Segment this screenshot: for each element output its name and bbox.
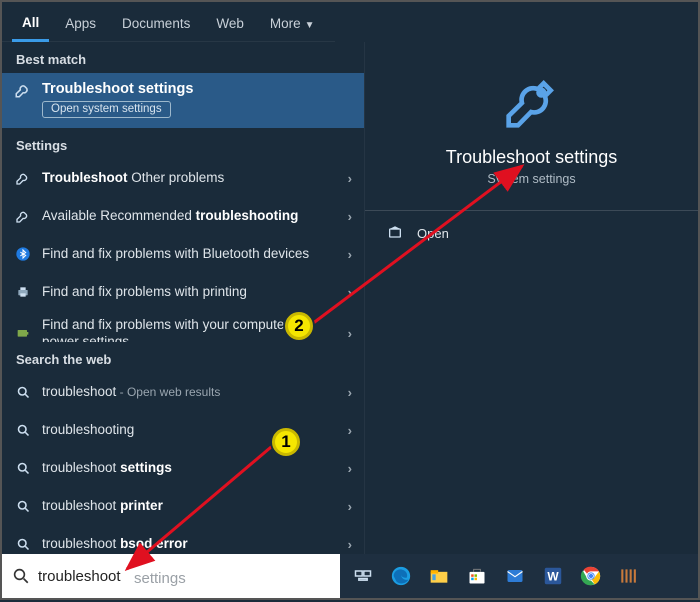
detail-panel: Troubleshoot settings System settings Op… <box>364 42 698 556</box>
power-icon <box>14 325 32 342</box>
chevron-right-icon: › <box>348 285 352 300</box>
chevron-down-icon: ▼ <box>305 20 315 31</box>
detail-title: Troubleshoot settings <box>375 147 688 168</box>
annotation-two: 2 <box>285 312 313 340</box>
result-item[interactable]: Available Recommended troubleshooting › <box>2 197 364 235</box>
chevron-right-icon: › <box>348 423 352 438</box>
section-web: Search the web <box>2 342 364 373</box>
search-icon <box>14 535 32 553</box>
search-icon <box>14 421 32 439</box>
settings-results: Troubleshoot Other problems › Available … <box>2 159 364 342</box>
result-item[interactable]: troubleshoot printer › <box>2 487 364 525</box>
best-match-item[interactable]: Troubleshoot settings Open system settin… <box>2 73 364 128</box>
open-action[interactable]: Open <box>365 211 698 255</box>
search-input[interactable] <box>38 568 330 585</box>
app-icon[interactable] <box>614 561 644 591</box>
chrome-icon[interactable] <box>576 561 606 591</box>
wrench-icon <box>14 81 32 99</box>
wrench-icon <box>14 169 32 187</box>
search-icon <box>14 497 32 515</box>
chevron-right-icon: › <box>348 326 352 341</box>
result-item[interactable]: troubleshoot - Open web results › <box>2 373 364 411</box>
wrench-icon <box>504 74 560 130</box>
result-item[interactable]: troubleshooting › <box>2 411 364 449</box>
word-icon[interactable]: W <box>538 561 568 591</box>
chevron-right-icon: › <box>348 247 352 262</box>
search-icon <box>14 383 32 401</box>
result-item[interactable]: Troubleshoot Other problems › <box>2 159 364 197</box>
tab-web[interactable]: Web <box>206 9 254 40</box>
annotation-one: 1 <box>272 428 300 456</box>
search-icon <box>14 459 32 477</box>
search-icon <box>12 567 30 585</box>
tab-more[interactable]: More▼ <box>260 9 325 40</box>
search-box[interactable] <box>2 554 340 598</box>
explorer-icon[interactable] <box>424 561 454 591</box>
section-settings: Settings <box>2 128 364 159</box>
section-best-match: Best match <box>2 42 364 73</box>
store-icon[interactable] <box>462 561 492 591</box>
taskbar: W <box>340 554 698 598</box>
bluetooth-icon <box>14 245 32 263</box>
best-match-badge[interactable]: Open system settings <box>42 101 171 118</box>
tab-apps[interactable]: Apps <box>55 9 106 40</box>
chevron-right-icon: › <box>348 461 352 476</box>
wrench-icon <box>14 207 32 225</box>
tab-documents[interactable]: Documents <box>112 9 200 40</box>
chevron-right-icon: › <box>348 171 352 186</box>
result-item[interactable]: Find and fix problems with Bluetooth dev… <box>2 235 364 273</box>
mail-icon[interactable] <box>500 561 530 591</box>
edge-icon[interactable] <box>386 561 416 591</box>
open-icon <box>387 225 403 241</box>
task-view-icon[interactable] <box>348 561 378 591</box>
chevron-right-icon: › <box>348 499 352 514</box>
chevron-right-icon: › <box>348 209 352 224</box>
detail-subtitle: System settings <box>375 172 688 186</box>
best-match-title: Troubleshoot settings <box>42 81 193 97</box>
search-tabs: All Apps Documents Web More▼ <box>2 2 335 42</box>
svg-text:W: W <box>547 570 559 584</box>
result-item[interactable]: troubleshoot settings › <box>2 449 364 487</box>
tab-all[interactable]: All <box>12 8 49 42</box>
web-results: troubleshoot - Open web results › troubl… <box>2 373 364 556</box>
chevron-right-icon: › <box>348 537 352 552</box>
printer-icon <box>14 283 32 301</box>
result-item[interactable]: troubleshoot bsod error › <box>2 525 364 556</box>
result-item[interactable]: Find and fix problems with printing › <box>2 273 364 311</box>
chevron-right-icon: › <box>348 385 352 400</box>
